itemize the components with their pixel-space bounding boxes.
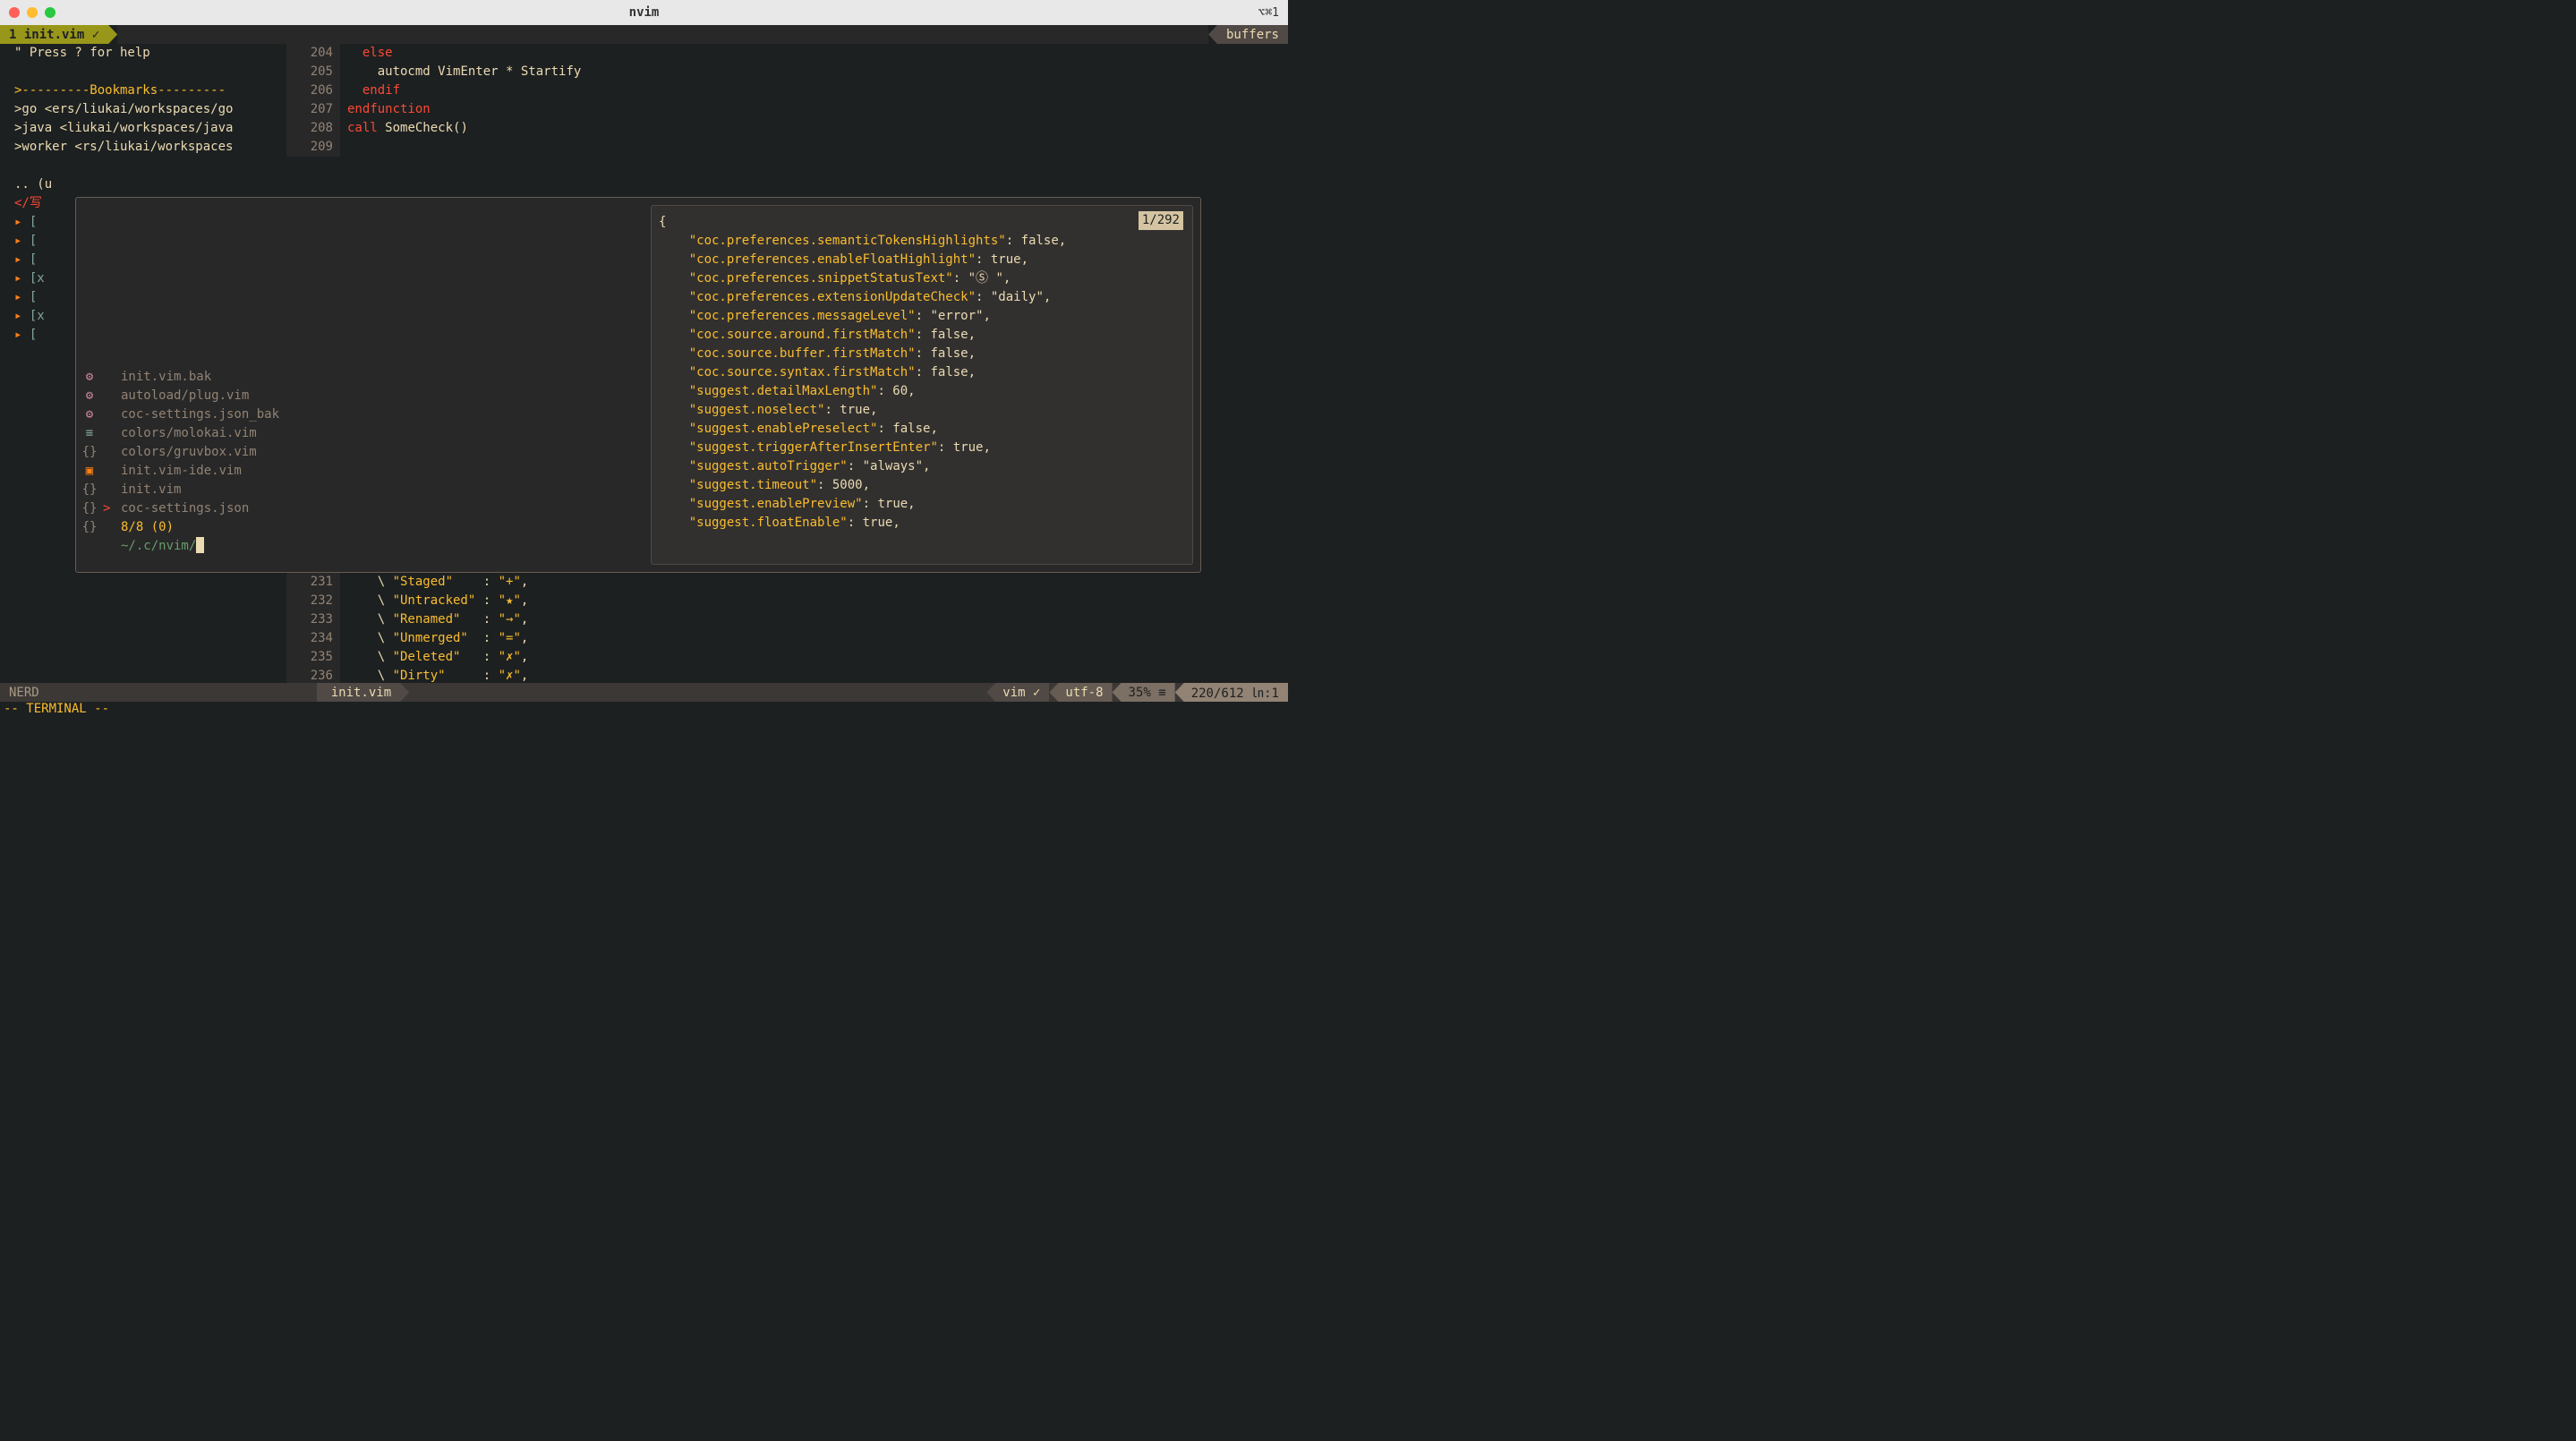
preview-line: "coc.preferences.messageLevel": "error", bbox=[659, 307, 1185, 326]
preview-line: "suggest.floatEnable": true, bbox=[659, 514, 1185, 533]
sidebar-help: " Press ? for help bbox=[0, 44, 286, 63]
bookmarks-header: >---------Bookmarks--------- bbox=[0, 81, 286, 100]
bookmark-item[interactable]: >go <ers/liukai/workspaces/go bbox=[0, 100, 286, 119]
fzf-file-item[interactable]: {}>coc-settings.json bbox=[76, 499, 649, 518]
fzf-file-item[interactable]: ⚙init.vim.bak bbox=[76, 368, 649, 387]
statusline-percent: 35% ≡ bbox=[1113, 683, 1175, 702]
preview-line: "suggest.triggerAfterInsertEnter": true, bbox=[659, 439, 1185, 457]
fzf-file-item[interactable]: ⚙coc-settings.json_bak bbox=[76, 405, 649, 424]
window-shortcut: ⌥⌘1 bbox=[1258, 6, 1279, 20]
code-content[interactable]: else autocmd VimEnter * Startify endifen… bbox=[347, 44, 1288, 138]
statusline-position: 220/612 ㏑:1 bbox=[1175, 683, 1288, 702]
code-line[interactable]: \ "Staged" : "+", bbox=[347, 573, 528, 592]
window-title: nvim bbox=[629, 5, 660, 20]
tree-parent[interactable]: .. (u bbox=[0, 175, 286, 194]
fzf-file-item[interactable]: {}colors/gruvbox.vim bbox=[76, 443, 649, 462]
window-close-button[interactable] bbox=[9, 7, 20, 18]
buffers-label[interactable]: buffers bbox=[1208, 25, 1288, 44]
fzf-info-row: {}8/8 (0) bbox=[76, 518, 649, 537]
code-content[interactable]: \ "Staged" : "+", \ "Untracked" : "★", \… bbox=[340, 573, 528, 686]
preview-line: "coc.preferences.enableFloatHighlight": … bbox=[659, 251, 1185, 269]
tabline-spacer bbox=[117, 25, 1208, 44]
fzf-file-item[interactable]: {}init.vim bbox=[76, 481, 649, 499]
bookmark-item[interactable]: >java <liukai/workspaces/java bbox=[0, 119, 286, 138]
bookmark-item[interactable]: >worker <rs/liukai/workspaces bbox=[0, 138, 286, 157]
preview-line: "coc.preferences.extensionUpdateCheck": … bbox=[659, 288, 1185, 307]
preview-line: "coc.source.around.firstMatch": false, bbox=[659, 326, 1185, 345]
mode-line: -- TERMINAL -- bbox=[0, 702, 1288, 720]
fzf-preview[interactable]: 1/292 { "coc.preferences.semanticTokensH… bbox=[651, 205, 1193, 565]
window-maximize-button[interactable] bbox=[45, 7, 55, 18]
preview-line: { bbox=[659, 213, 1185, 232]
titlebar: nvim ⌥⌘1 bbox=[0, 0, 1288, 25]
code-line[interactable]: autocmd VimEnter * Startify bbox=[347, 63, 1288, 81]
window-minimize-button[interactable] bbox=[27, 7, 38, 18]
statusline-filename: init.vim bbox=[317, 683, 409, 702]
preview-line: "coc.preferences.snippetStatusText": "Ⓢ … bbox=[659, 269, 1185, 288]
fzf-prompt-row[interactable]: ~/.c/nvim/ bbox=[76, 537, 649, 556]
preview-line: "suggest.detailMaxLength": 60, bbox=[659, 382, 1185, 401]
preview-line: "suggest.timeout": 5000, bbox=[659, 476, 1185, 495]
preview-line: "coc.source.buffer.firstMatch": false, bbox=[659, 345, 1185, 363]
fzf-file-item[interactable]: ⚙autoload/plug.vim bbox=[76, 387, 649, 405]
preview-line: "suggest.autoTrigger": "always", bbox=[659, 457, 1185, 476]
preview-line: "suggest.enablePreview": true, bbox=[659, 495, 1185, 514]
fzf-file-list[interactable]: ⚙init.vim.bak⚙autoload/plug.vim⚙coc-sett… bbox=[76, 198, 649, 572]
code-line[interactable]: \ "Deleted" : "✗", bbox=[347, 648, 528, 667]
code-line[interactable]: \ "Renamed" : "→", bbox=[347, 610, 528, 629]
preview-line: "coc.source.syntax.firstMatch": false, bbox=[659, 363, 1185, 382]
statusline-filetype: vim ✓ bbox=[986, 683, 1049, 702]
statusline-nerd: NERD bbox=[0, 683, 48, 702]
code-line[interactable]: \ "Untracked" : "★", bbox=[347, 592, 528, 610]
tabline: 1 init.vim ✓ buffers bbox=[0, 25, 1288, 44]
code-line[interactable]: else bbox=[347, 44, 1288, 63]
editor-main: 1 init.vim ✓ buffers " Press ? for help … bbox=[0, 25, 1288, 720]
code-line[interactable]: \ "Unmerged" : "=", bbox=[347, 629, 528, 648]
tab-active[interactable]: 1 init.vim ✓ bbox=[0, 25, 117, 44]
code-bottom-section: 231232233234235236 \ "Staged" : "+", \ "… bbox=[286, 573, 1288, 686]
code-line[interactable]: endif bbox=[347, 81, 1288, 100]
preview-count: 1/292 bbox=[1139, 211, 1183, 230]
fzf-popup[interactable]: ⚙init.vim.bak⚙autoload/plug.vim⚙coc-sett… bbox=[75, 197, 1201, 573]
statusline: NERD init.vim vim ✓ utf-8 35% ≡ 220/612 … bbox=[0, 683, 1288, 702]
statusline-encoding: utf-8 bbox=[1049, 683, 1112, 702]
code-line[interactable]: call SomeCheck() bbox=[347, 119, 1288, 138]
preview-line: "suggest.enablePreselect": false, bbox=[659, 420, 1185, 439]
preview-line: "suggest.noselect": true, bbox=[659, 401, 1185, 420]
line-gutter: 231232233234235236 bbox=[286, 573, 340, 686]
fzf-file-item[interactable]: ≡colors/molokai.vim bbox=[76, 424, 649, 443]
line-gutter: 204205206207208209 bbox=[286, 44, 340, 157]
cursor bbox=[196, 537, 204, 553]
preview-line: "coc.preferences.semanticTokensHighlight… bbox=[659, 232, 1185, 251]
fzf-prompt: ~/.c/nvim/ bbox=[121, 537, 196, 556]
code-line[interactable]: endfunction bbox=[347, 100, 1288, 119]
fzf-file-item[interactable]: ▣init.vim-ide.vim bbox=[76, 462, 649, 481]
